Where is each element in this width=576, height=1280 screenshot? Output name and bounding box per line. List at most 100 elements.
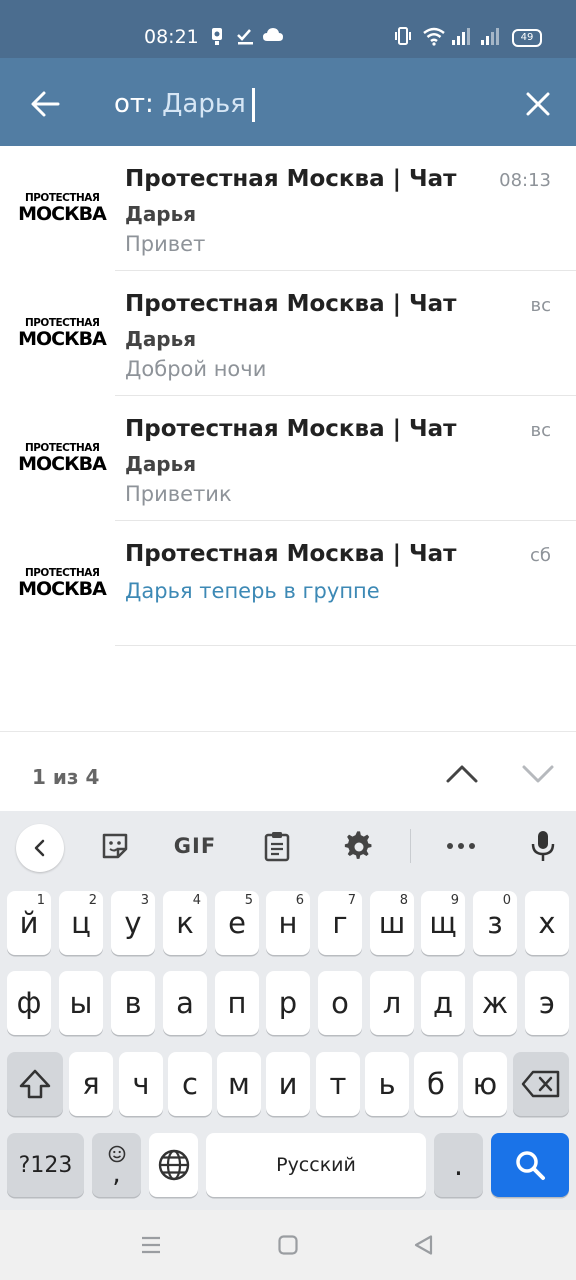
key-hint: 3 [140,893,149,908]
key-э[interactable]: э [525,971,569,1035]
message-text: Доброй ночи [125,357,267,381]
key-е[interactable]: е5 [215,891,259,955]
search-result-row[interactable]: ПРОТЕСТНАЯ МОСКВА Протестная Москва | Ча… [0,396,576,521]
shift-key[interactable] [7,1052,63,1116]
settings-button[interactable] [340,823,378,869]
key-м[interactable]: м [217,1052,261,1116]
key-т[interactable]: т [316,1052,360,1116]
avatar-logo-line1: ПРОТЕСТНАЯ [24,440,100,454]
on-screen-keyboard: GIF й1 ц2 у3 к4 е5 н6 г7 ш8 щ9 з0 х ф ы … [0,811,576,1210]
keyboard-collapse-button[interactable] [16,824,64,872]
chevron-left-icon [34,839,45,857]
language-key[interactable] [149,1133,198,1197]
key-label: й [19,906,39,940]
chevron-down-icon[interactable] [516,754,560,794]
key-с[interactable]: с [168,1052,212,1116]
avatar-logo-line1: ПРОТЕСТНАЯ [24,565,100,579]
message-time: вс [530,420,551,441]
period-key[interactable]: . [434,1133,483,1197]
key-hint: 2 [88,893,97,908]
clipboard-button[interactable] [258,823,296,869]
chevron-up-icon[interactable] [440,754,484,794]
key-label: у [124,906,142,940]
message-text: Приветик [125,482,232,506]
space-key[interactable]: Русский [206,1133,426,1197]
more-horizontal-icon [447,843,475,849]
avatar-logo-line2: МОСКВА [18,577,107,600]
recent-apps-icon[interactable] [140,1234,162,1256]
key-в[interactable]: в [111,971,155,1035]
key-ю[interactable]: ю [463,1052,507,1116]
key-у[interactable]: у3 [111,891,155,955]
sticker-icon [102,833,128,859]
message-time: вс [530,295,551,316]
key-label: щ [429,906,457,940]
key-л[interactable]: л [370,971,414,1035]
key-и[interactable]: и [266,1052,310,1116]
key-hint: 0 [502,893,511,908]
shift-icon [19,1069,51,1099]
key-ц[interactable]: ц2 [59,891,103,955]
key-ж[interactable]: ж [473,971,517,1035]
key-й[interactable]: й1 [7,891,51,955]
result-counter: 1 из 4 [32,765,100,789]
home-icon[interactable] [277,1234,299,1256]
search-header: от: Дарья [0,58,576,146]
key-б[interactable]: б [414,1052,458,1116]
divider [115,645,576,646]
search-action-key[interactable] [491,1133,569,1197]
chat-title: Протестная Москва | Чат [125,291,457,317]
key-ь[interactable]: ь [365,1052,409,1116]
message-text: Привет [125,232,206,256]
search-input[interactable]: от: Дарья [114,82,494,126]
key-щ[interactable]: щ9 [421,891,465,955]
task-done-icon [237,29,253,45]
message-time: 08:13 [499,170,551,191]
key-ч[interactable]: ч [119,1052,163,1116]
key-а[interactable]: а [163,971,207,1035]
search-filter-prefix: от: [114,89,163,119]
key-о[interactable]: о [318,971,362,1035]
key-ш[interactable]: ш8 [370,891,414,955]
key-н[interactable]: н6 [266,891,310,955]
search-filter-value: Дарья [162,89,246,119]
clipboard-icon [264,832,290,862]
back-arrow-icon[interactable] [26,84,66,124]
key-ы[interactable]: ы [59,971,103,1035]
status-time: 08:21 [144,26,199,48]
key-р[interactable]: р [266,971,310,1035]
key-ф[interactable]: ф [7,971,51,1035]
key-з[interactable]: з0 [473,891,517,955]
camera-notification-icon [212,28,222,45]
symbols-key[interactable]: ?123 [7,1133,84,1197]
key-label: е [228,906,246,940]
emoji-comma-key[interactable]: , [92,1133,141,1197]
search-result-row[interactable]: ПРОТЕСТНАЯ МОСКВА Протестная Москва | Ча… [0,146,576,271]
key-label: г [332,906,348,940]
search-result-row[interactable]: ПРОТЕСТНАЯ МОСКВА Протестная Москва | Ча… [0,271,576,396]
sticker-button[interactable] [96,823,134,869]
search-result-row[interactable]: ПРОТЕСТНАЯ МОСКВА Протестная Москва | Ча… [0,521,576,646]
gif-button[interactable]: GIF [168,823,222,869]
backspace-icon [521,1070,560,1098]
key-к[interactable]: к4 [163,891,207,955]
key-х[interactable]: х [525,891,569,955]
chat-title: Протестная Москва | Чат [125,416,457,442]
key-я[interactable]: я [69,1052,113,1116]
voice-input-button[interactable] [524,823,562,869]
chat-avatar: ПРОТЕСТНАЯ МОСКВА [18,307,107,357]
globe-icon [158,1149,189,1181]
more-options-button[interactable] [442,823,480,869]
key-hint: 7 [347,893,356,908]
backspace-key[interactable] [513,1052,569,1116]
key-hint: 4 [192,893,201,908]
key-label: х [538,906,556,940]
key-г[interactable]: г7 [318,891,362,955]
key-label: ш [378,906,406,940]
battery-icon: 49 [512,29,542,47]
key-д[interactable]: д [421,971,465,1035]
close-icon[interactable] [518,84,558,124]
key-п[interactable]: п [215,971,259,1035]
keyboard-toolbar: GIF [0,811,576,881]
back-triangle-icon[interactable] [413,1234,435,1256]
